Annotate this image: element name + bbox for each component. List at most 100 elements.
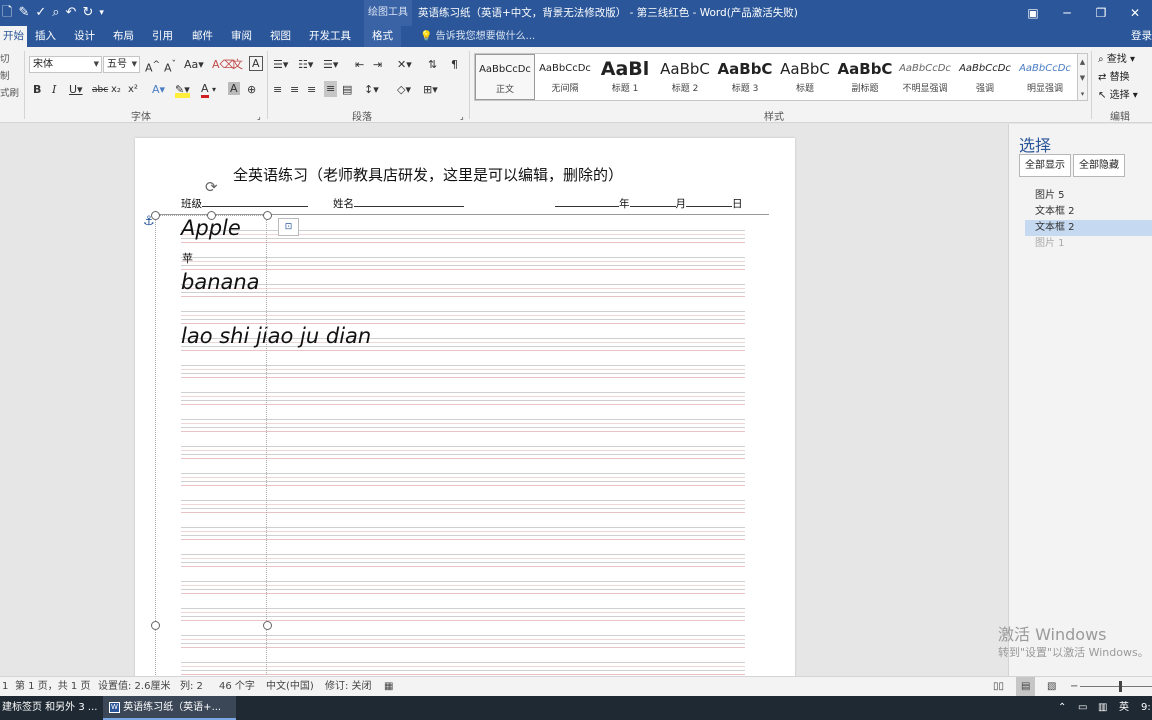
minimize-icon[interactable]: ─ [1050, 0, 1084, 26]
customize-qat-icon[interactable]: ▾ [99, 4, 104, 22]
selection-item-picture-1[interactable]: 图片 1 [1025, 236, 1152, 252]
touch-mode-icon[interactable]: ✎ [18, 4, 29, 22]
enclose-char-icon[interactable]: ⊕ [247, 82, 256, 98]
tab-view[interactable]: 视图 [270, 26, 291, 47]
tab-design[interactable]: 设计 [74, 26, 95, 47]
show-all-button[interactable]: 全部显示 [1019, 154, 1071, 177]
tab-developer[interactable]: 开发工具 [309, 26, 351, 47]
taskbar-browser-item[interactable]: 建标签页 和另外 3 ... [0, 696, 100, 720]
style-no-spacing[interactable]: AaBbCcDc 无间隔 [535, 54, 595, 100]
chevron-down-icon[interactable]: ▾ [212, 82, 216, 98]
rotate-handle-icon[interactable]: ⟳ [205, 178, 218, 196]
grow-font-icon[interactable]: A^ [145, 57, 160, 77]
taskbar-word-item[interactable]: W 英语练习纸（英语+... [103, 696, 236, 720]
select-button[interactable]: ↖ 选择 ▾ [1098, 87, 1138, 105]
language-indicator[interactable]: 中文(中国) [266, 677, 314, 696]
zoom-out-icon[interactable]: − [1070, 677, 1078, 696]
show-marks-icon[interactable]: ¶ [451, 57, 458, 73]
section-indicator[interactable]: 1 [2, 677, 8, 696]
align-left-icon[interactable]: ≡ [273, 82, 282, 98]
shading-icon[interactable]: ◇▾ [397, 82, 411, 98]
sign-in-link[interactable]: 登录 [1131, 26, 1152, 47]
numbering-icon[interactable]: ☷▾ [298, 57, 313, 73]
italic-icon[interactable]: I [52, 82, 56, 98]
zoom-slider-thumb[interactable] [1119, 681, 1122, 692]
change-case-icon[interactable]: Aa▾ [184, 57, 204, 73]
paragraph-dialog-launcher-icon[interactable]: ⌟ [460, 109, 464, 125]
style-heading-1[interactable]: AaBl 标题 1 [595, 54, 655, 100]
style-heading-2[interactable]: AaBbC 标题 2 [655, 54, 715, 100]
font-dialog-launcher-icon[interactable]: ⌟ [257, 109, 261, 125]
styles-scrollbar[interactable]: ▲ ▼ ▾ [1077, 53, 1088, 101]
text-effects-icon[interactable]: A▾ [152, 82, 165, 98]
style-subtitle[interactable]: AaBbC 副标题 [835, 54, 895, 100]
selection-item-picture-5[interactable]: 图片 5 [1025, 188, 1152, 204]
redo-icon[interactable]: ↻ [82, 4, 93, 22]
selection-item-textbox-2a[interactable]: 文本框 2 [1025, 204, 1152, 220]
underline-icon[interactable]: U▾ [69, 82, 83, 98]
justify-icon[interactable]: ≡ [324, 81, 338, 97]
web-layout-icon[interactable]: ▧ [1047, 677, 1056, 696]
tab-home[interactable]: 开始 [0, 26, 27, 47]
shrink-font-icon[interactable]: Aˇ [164, 57, 176, 77]
more-styles-icon[interactable]: ▾ [1078, 86, 1087, 102]
style-heading-3[interactable]: AaBbC 标题 3 [715, 54, 775, 100]
new-doc-icon[interactable]: 🗋 [2, 4, 12, 22]
setting-value[interactable]: 设置值: 2.6厘米 [98, 677, 170, 696]
hide-all-button[interactable]: 全部隐藏 [1073, 154, 1125, 177]
sort-icon[interactable]: ⇅ [428, 57, 437, 73]
chevron-down-icon[interactable]: ▼ [1078, 70, 1087, 86]
bullets-icon[interactable]: ☰▾ [273, 57, 288, 73]
bold-icon[interactable]: B [33, 82, 41, 98]
layout-options-icon[interactable]: ⊡ [278, 218, 299, 236]
tab-insert[interactable]: 插入 [35, 26, 56, 47]
ribbon-display-icon[interactable]: ▣ [1016, 0, 1050, 26]
tab-format[interactable]: 格式 [364, 26, 401, 47]
resize-handle[interactable] [151, 621, 160, 630]
subscript-icon[interactable]: x₂ [111, 82, 121, 98]
column-indicator[interactable]: 列: 2 [180, 677, 203, 696]
spelling-icon[interactable]: ✓ [35, 4, 46, 22]
distribute-icon[interactable]: ▤ [342, 82, 352, 98]
multilevel-list-icon[interactable]: ☰▾ [323, 57, 338, 73]
find-button[interactable]: ⌕ 查找 ▾ [1098, 51, 1138, 69]
name-field[interactable]: 姓名 [333, 196, 464, 211]
document-area[interactable]: 全英语练习（老师教具店研发，这里是可以编辑，删除的） 班级 姓名 年月日 App… [0, 124, 1008, 676]
font-size-combo[interactable]: 五号 ▼ [103, 56, 140, 73]
tab-mailings[interactable]: 邮件 [192, 26, 213, 47]
borders-icon[interactable]: ⊞▾ [423, 82, 438, 98]
zoom-slider[interactable] [1080, 686, 1152, 687]
style-intense-emphasis[interactable]: AaBbCcDc 明显强调 [1015, 54, 1075, 100]
ime-indicator[interactable]: 英 [1119, 696, 1129, 720]
font-color-icon[interactable]: A [201, 82, 209, 98]
copy-button[interactable]: 制 [0, 68, 22, 85]
line-spacing-icon[interactable]: ↕▾ [364, 82, 379, 98]
highlight-icon[interactable]: ✎▾ [175, 82, 190, 98]
char-shading-icon[interactable]: A [228, 82, 240, 95]
phonetic-guide-icon[interactable]: 文 [232, 57, 243, 73]
resize-handle[interactable] [263, 211, 272, 220]
line-pinyin[interactable]: lao shi jiao ju dian [181, 324, 371, 348]
print-preview-icon[interactable]: ⌕ [52, 4, 59, 22]
tell-me-box[interactable]: 💡 告诉我您想要做什么... [420, 26, 535, 47]
track-changes-indicator[interactable]: 修订: 关闭 [325, 677, 372, 696]
word-count[interactable]: 46 个字 [219, 677, 255, 696]
class-field[interactable]: 班级 [181, 196, 308, 211]
increase-indent-icon[interactable]: ⇥ [373, 57, 382, 73]
macro-record-icon[interactable]: ▦ [384, 677, 393, 696]
date-field[interactable]: 年月日 [555, 196, 743, 211]
align-right-icon[interactable]: ≡ [307, 82, 316, 98]
undo-icon[interactable]: ↶ [66, 4, 77, 22]
line-banana[interactable]: banana [181, 270, 260, 294]
print-layout-icon[interactable]: ▤ [1016, 677, 1036, 696]
clock[interactable]: 9: [1141, 696, 1151, 720]
superscript-icon[interactable]: x² [128, 82, 138, 98]
read-mode-icon[interactable]: ▯▯ [993, 677, 1004, 696]
asian-layout-icon[interactable]: ✕▾ [397, 57, 412, 73]
worksheet-title[interactable]: 全英语练习（老师教具店研发，这里是可以编辑，删除的） [233, 164, 623, 185]
network-icon[interactable]: ▥ [1098, 696, 1107, 720]
style-subtle-emphasis[interactable]: AaBbCcDc 不明显强调 [895, 54, 955, 100]
format-painter-button[interactable]: 式刷 [0, 85, 22, 102]
tab-review[interactable]: 审阅 [231, 26, 252, 47]
cut-button[interactable]: 切 [0, 51, 22, 68]
